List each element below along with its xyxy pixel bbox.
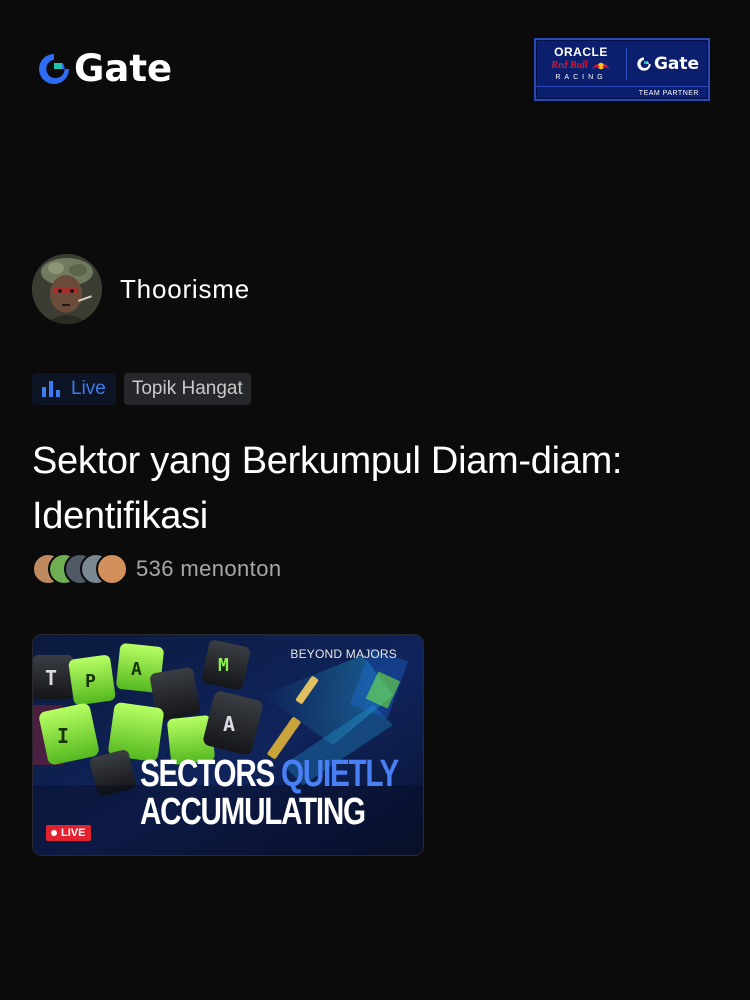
post-badges: Live Topik Hangat xyxy=(32,373,251,405)
partner-gate-text: Gate xyxy=(653,54,700,74)
oracle-text: ORACLE xyxy=(554,45,608,59)
gate-logo[interactable]: Gate xyxy=(36,50,172,88)
thumbnail-live-label: LIVE xyxy=(61,827,86,839)
author-row[interactable]: Thoorisme xyxy=(32,254,250,324)
gate-mini-icon xyxy=(637,57,651,71)
topic-badge-label: Topik Hangat xyxy=(131,378,243,399)
racing-text: RACING xyxy=(555,74,607,81)
author-name[interactable]: Thoorisme xyxy=(120,274,250,305)
viewer-avatars xyxy=(32,553,128,585)
viewer-avatar xyxy=(96,553,128,585)
topic-badge[interactable]: Topik Hangat xyxy=(123,373,251,405)
svg-text:A: A xyxy=(131,659,142,680)
headline-word-accumulating: ACCUMULATING xyxy=(140,791,366,833)
avatar-portrait-icon xyxy=(32,254,102,324)
viewers-row: 536 menonton xyxy=(32,553,281,585)
thumbnail-headline: SECTORS QUIETLY ACCUMULATING xyxy=(140,753,399,833)
gate-logo-text: Gate xyxy=(74,47,173,90)
live-badge-label: Live xyxy=(71,378,106,399)
team-partner-caption: TEAM PARTNER xyxy=(638,89,699,97)
svg-text:P: P xyxy=(85,671,96,692)
author-avatar[interactable] xyxy=(32,254,102,324)
thumbnail-live-badge: LIVE xyxy=(46,825,92,841)
redbull-text: Red Bull xyxy=(551,60,588,71)
headline-word-quietly: QUIETLY xyxy=(281,753,399,795)
svg-text:M: M xyxy=(218,655,229,676)
live-bars-icon xyxy=(42,381,60,397)
live-stream-thumbnail[interactable]: T P A M I A BEYOND MAJORS SECTORS QUIETL… xyxy=(32,634,424,856)
headline-word-sectors: SECTORS xyxy=(140,753,275,795)
live-dot-icon xyxy=(51,830,57,836)
viewer-count: 536 menonton xyxy=(136,556,282,581)
live-badge[interactable]: Live xyxy=(32,373,116,405)
team-partner-banner[interactable]: ORACLE Red Bull RACING Gate TEAM PARTNER xyxy=(534,38,710,101)
post-title[interactable]: Sektor yang Berkumpul Diam-diam: Identif… xyxy=(32,434,722,544)
thumbnail-tag: BEYOND MAJORS xyxy=(290,647,397,661)
red-bull-logo-icon xyxy=(591,62,610,69)
gate-logo-icon xyxy=(39,54,69,84)
svg-text:A: A xyxy=(223,712,235,736)
svg-text:T: T xyxy=(45,666,57,690)
svg-text:I: I xyxy=(57,724,69,748)
